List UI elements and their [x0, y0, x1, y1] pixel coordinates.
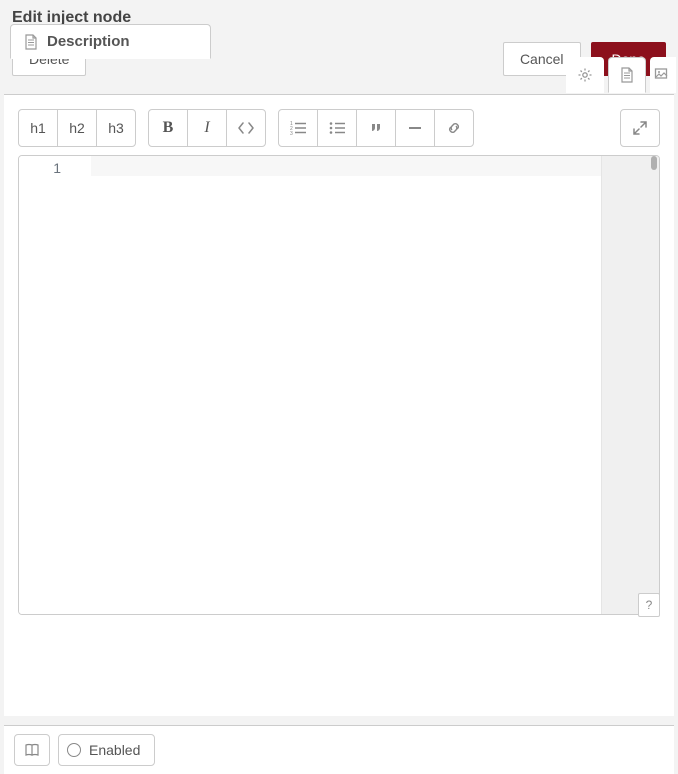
line-number: 1: [19, 160, 61, 176]
book-icon-button[interactable]: [14, 734, 50, 766]
hr-button[interactable]: [395, 109, 435, 147]
bold-button[interactable]: B: [148, 109, 188, 147]
code-button[interactable]: [226, 109, 266, 147]
ordered-list-button[interactable]: 123: [278, 109, 318, 147]
scrollbar-thumb[interactable]: [651, 156, 657, 170]
editor-body: Description h1 h2 h3 B I: [4, 94, 674, 716]
editor-gutter: 1: [19, 156, 91, 614]
quote-button[interactable]: [356, 109, 396, 147]
appearance-icon[interactable]: [650, 57, 676, 93]
description-editor: h1 h2 h3 B I 123: [4, 95, 674, 615]
italic-label: I: [204, 119, 209, 137]
heading-group: h1 h2 h3: [18, 109, 136, 147]
list-group: 123: [278, 109, 474, 147]
format-group: B I: [148, 109, 266, 147]
tab-description-label: Description: [47, 33, 130, 50]
h2-button[interactable]: h2: [57, 109, 97, 147]
expand-icon: [633, 121, 647, 135]
h3-label: h3: [108, 120, 124, 136]
h1-label: h1: [30, 120, 46, 136]
dialog-title: Edit inject node: [0, 0, 678, 27]
document-icon: [23, 34, 39, 50]
editor-content[interactable]: [91, 156, 659, 614]
book-icon: [24, 743, 40, 757]
side-tab-icons: [566, 57, 676, 93]
enabled-label: Enabled: [89, 742, 140, 758]
hr-icon: [408, 121, 422, 135]
h1-button[interactable]: h1: [18, 109, 58, 147]
tab-description[interactable]: Description: [10, 24, 211, 59]
link-button[interactable]: [434, 109, 474, 147]
unordered-list-button[interactable]: [317, 109, 357, 147]
svg-text:3: 3: [290, 131, 293, 135]
markdown-toolbar: h1 h2 h3 B I 123: [18, 109, 660, 147]
enabled-toggle[interactable]: Enabled: [58, 734, 155, 766]
editor-scrollbar[interactable]: [601, 156, 659, 614]
expand-button[interactable]: [620, 109, 660, 147]
h3-button[interactable]: h3: [96, 109, 136, 147]
editor-line[interactable]: [91, 156, 659, 176]
h2-label: h2: [69, 120, 85, 136]
footer-bar: Enabled: [4, 725, 674, 774]
link-icon: [446, 120, 462, 136]
markdown-textarea[interactable]: 1: [18, 155, 660, 615]
unordered-list-icon: [329, 121, 345, 135]
code-icon: [237, 121, 255, 135]
gear-icon[interactable]: [566, 57, 604, 93]
help-button[interactable]: ?: [638, 593, 660, 617]
italic-button[interactable]: I: [187, 109, 227, 147]
quote-icon: [369, 121, 383, 135]
ordered-list-icon: 123: [290, 121, 306, 135]
document-icon[interactable]: [608, 57, 646, 93]
bold-label: B: [163, 119, 174, 137]
circle-icon: [67, 743, 81, 757]
